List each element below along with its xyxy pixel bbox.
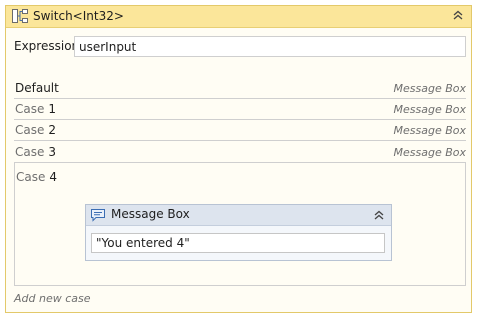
default-label: Default (15, 81, 59, 95)
double-chevron-up-icon[interactable] (451, 8, 465, 22)
message-box-title: Message Box (111, 207, 190, 221)
expression-label: Expression (14, 39, 80, 53)
message-text-input[interactable] (91, 233, 385, 253)
case-label: Case 3 (15, 145, 56, 159)
case-label: Case 4 (16, 170, 57, 184)
case-row-1[interactable]: Case 1 Message Box (14, 99, 466, 120)
case-row-2[interactable]: Case 2 Message Box (14, 120, 466, 141)
expression-input[interactable] (74, 36, 466, 57)
case-word: Case (16, 170, 46, 184)
case-row-3[interactable]: Case 3 Message Box (14, 142, 466, 163)
double-chevron-up-icon[interactable] (372, 208, 386, 222)
switch-activity[interactable]: Switch<Int32> Expression Default Message… (5, 5, 472, 313)
case-activity-label[interactable]: Message Box (394, 103, 467, 116)
case-word: Case (15, 123, 45, 137)
case-number: 2 (48, 123, 57, 137)
message-bubble-icon (91, 209, 105, 222)
case-label: Case 2 (15, 123, 56, 137)
activity-title: Switch<Int32> (33, 9, 124, 23)
default-activity-label[interactable]: Message Box (394, 82, 467, 95)
switch-activity-header[interactable]: Switch<Int32> (6, 6, 471, 28)
case-word: Case (15, 145, 45, 159)
case-number: 1 (48, 102, 57, 116)
case-label: Case 1 (15, 102, 56, 116)
add-new-case-link[interactable]: Add new case (14, 292, 91, 305)
switch-icon (12, 9, 28, 23)
case-number: 4 (49, 170, 58, 184)
case-number: 3 (48, 145, 57, 159)
case-word: Case (15, 102, 45, 116)
case-activity-label[interactable]: Message Box (394, 124, 467, 137)
message-box-activity[interactable]: Message Box (85, 204, 392, 261)
case-row-default[interactable]: Default Message Box (14, 78, 466, 99)
message-box-header[interactable]: Message Box (86, 205, 391, 226)
case-activity-label[interactable]: Message Box (394, 146, 467, 159)
